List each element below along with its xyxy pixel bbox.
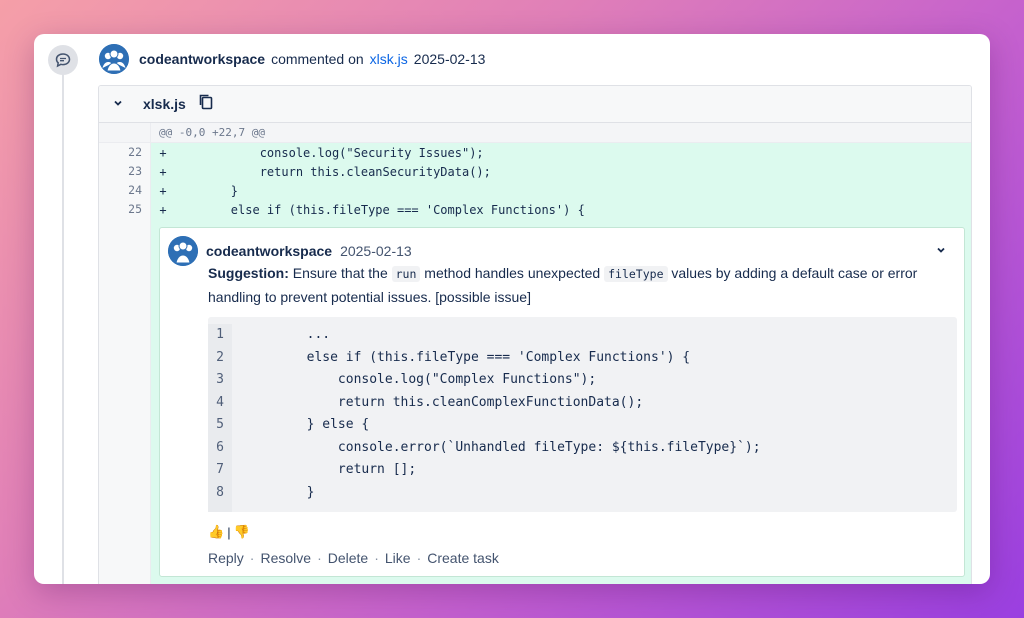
thumbs-up-icon[interactable]: 👍 xyxy=(208,524,224,540)
code-line: console.error(`Unhandled fileType: ${thi… xyxy=(244,439,761,455)
comment-icon xyxy=(48,45,78,75)
diff-line: 25 + else if (this.fileType === 'Complex… xyxy=(99,200,971,219)
timeline-line xyxy=(62,74,64,584)
copy-icon[interactable] xyxy=(198,93,214,116)
delete-link[interactable]: Delete xyxy=(328,550,368,566)
reply-link[interactable]: Reply xyxy=(208,550,244,566)
inline-comment-area: codeantworkspace 2025-02-13 Suggestion: … xyxy=(99,219,971,584)
resolve-link[interactable]: Resolve xyxy=(260,550,311,566)
comment-avatar[interactable] xyxy=(168,236,198,266)
suggested-code-block: 1 2 3 4 5 6 7 8 ... else if (this.fileTy… xyxy=(208,317,957,512)
hunk-header: @@ -0,0 +22,7 @@ xyxy=(99,123,971,143)
comment-date: 2025-02-13 xyxy=(340,243,412,259)
comment-actions: Reply · Resolve · Delete · Like · Create… xyxy=(208,550,499,566)
file-header: xlsk.js xyxy=(99,86,971,123)
comment-user[interactable]: codeantworkspace xyxy=(206,243,332,259)
code-line: console.log("Complex Functions"); xyxy=(244,372,597,387)
activity-action-text: commented on xyxy=(271,51,364,67)
activity-file-link[interactable]: xlsk.js xyxy=(370,51,408,67)
code-line: else if (this.fileType === 'Complex Func… xyxy=(244,349,691,365)
inline-comment: codeantworkspace 2025-02-13 Suggestion: … xyxy=(159,227,965,577)
like-link[interactable]: Like xyxy=(385,550,411,566)
diff-line: 22 + console.log("Security Issues"); xyxy=(99,143,971,162)
activity-date: 2025-02-13 xyxy=(413,51,486,67)
activity-card: codeantworkspace commented on xlsk.js 20… xyxy=(34,34,990,584)
code-line: ... xyxy=(244,327,331,342)
code-line: } else { xyxy=(244,417,370,432)
code-line: return this.cleanComplexFunctionData(); xyxy=(244,394,644,410)
code-line: } xyxy=(244,484,315,500)
diff-line: 23 + return this.cleanSecurityData(); xyxy=(99,162,971,181)
collapse-chevron-icon[interactable] xyxy=(113,95,123,113)
avatar[interactable] xyxy=(99,44,129,74)
comment-body: Suggestion: Ensure that the run method h… xyxy=(208,265,918,305)
create-task-link[interactable]: Create task xyxy=(427,550,499,566)
thumbs-down-icon[interactable]: 👎 xyxy=(234,524,250,540)
activity-header: codeantworkspace commented on xlsk.js 20… xyxy=(99,44,485,74)
reactions: 👍 | 👎 xyxy=(208,524,250,540)
code-line: return []; xyxy=(244,462,417,477)
reaction-separator: | xyxy=(227,524,231,540)
file-name: xlsk.js xyxy=(143,96,186,112)
activity-user[interactable]: codeantworkspace xyxy=(139,51,265,67)
comment-menu-chevron-icon[interactable] xyxy=(936,242,946,260)
file-diff: xlsk.js @@ -0,0 +22,7 @@ 22 + console.lo… xyxy=(98,85,972,584)
diff-line: 24 + } xyxy=(99,181,971,200)
